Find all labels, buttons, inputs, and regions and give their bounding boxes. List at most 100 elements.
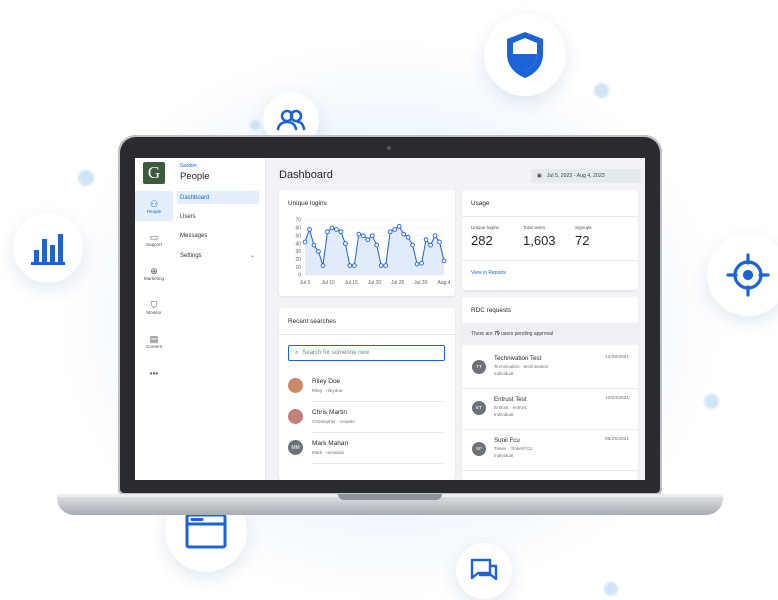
chat-icon-bubble <box>456 543 512 599</box>
request-sub: Tinker · TinkerFCU <box>494 446 533 451</box>
data-point <box>334 227 339 232</box>
unique-logins-chart: 70 6050 40 30 20 10 0Jul 5 Jul 10 Jul 15 Jul 20 Ju… <box>295 218 450 286</box>
rail-item-support[interactable]: ▭ Support <box>135 224 173 254</box>
list-item[interactable]: Chris Martin Christopher · cmartin <box>279 402 454 433</box>
window-icon: ▤ <box>149 333 159 344</box>
target-icon: ⊕ <box>150 265 158 276</box>
y-tick-label: 10 <box>295 265 301 271</box>
unique-logins-card: Unique logins 70 60 50 40 30 20 10 0 Jul 5 Jul 10… <box>279 190 455 296</box>
card-title: RDC requests <box>471 307 512 314</box>
person-sub: Christopher · cmartin <box>312 419 355 424</box>
data-point <box>351 263 357 268</box>
data-point <box>378 263 384 268</box>
nav-item-label: Messages <box>180 232 208 239</box>
data-point <box>307 227 312 232</box>
avatar: ET <box>472 401 486 415</box>
request-date: 12/03/2021 <box>604 396 629 401</box>
banner-text: There are <box>471 331 495 337</box>
banner-text: users pending approval <box>499 331 554 337</box>
people-icon <box>276 109 306 131</box>
rdc-requests-card: RDC requests There are 79 users pending … <box>462 297 638 480</box>
divider <box>279 334 455 335</box>
request-row[interactable]: ET Entrust Test Entrust · entrust Indivi… <box>462 389 638 430</box>
bar-chart-icon-bubble <box>13 213 83 283</box>
y-tick-label: 50 <box>295 233 301 239</box>
person-sub: Mark · mmahan <box>312 450 345 455</box>
data-point <box>410 242 415 248</box>
stat-value-total-users: 1,603 <box>523 233 556 248</box>
search-icon: ⌕ <box>295 349 299 356</box>
data-point <box>396 223 402 229</box>
y-tick-label: 20 <box>295 257 301 263</box>
main-content: Dashboard ▣ Jul 5, 2023 - Aug 4, 2023 Un… <box>266 158 645 480</box>
rail-item-marketing[interactable]: ⊕ Marketing <box>135 258 173 288</box>
view-reports-link[interactable]: View in Reports <box>471 270 506 276</box>
y-tick-label: 0 <box>298 273 301 279</box>
more-button[interactable]: ••• <box>135 358 173 388</box>
card-title: Unique logins <box>288 200 327 207</box>
x-tick-label: Jul 25 <box>391 280 405 286</box>
request-type: Individual <box>494 412 514 417</box>
data-point <box>441 258 447 264</box>
stat-label-signups: Signups <box>575 225 592 230</box>
stat-label-total-users: Total users <box>523 225 546 230</box>
y-tick-label: 70 <box>295 218 301 224</box>
date-range-label: Jul 5, 2023 - Aug 4, 2023 <box>546 173 605 179</box>
card-title: Recent searches <box>288 318 336 325</box>
x-tick-label: Jul 15 <box>345 280 359 286</box>
person-name: Chris Martin <box>312 409 348 416</box>
app-logo[interactable]: G <box>143 162 165 184</box>
rail-item-content[interactable]: ▤ Content <box>135 326 173 356</box>
divider <box>462 470 638 471</box>
x-tick-label: Jul 5 <box>300 280 311 286</box>
icon-rail: G ⚇ People ▭ Support ⊕ Marketing ⛉ Monit… <box>135 158 174 480</box>
nav-item-users[interactable]: Users <box>177 210 259 223</box>
request-date: 05/25/2021 <box>604 437 629 442</box>
pending-banner: There are 79 users pending approval <box>462 323 638 345</box>
divider <box>462 260 638 261</box>
request-date: 12/28/2021 <box>604 355 629 360</box>
data-point <box>356 231 362 237</box>
data-point <box>432 233 438 239</box>
avatar <box>288 409 303 424</box>
rail-item-monitor[interactable]: ⛉ Monitor <box>135 292 173 322</box>
data-point <box>347 263 353 268</box>
data-point <box>414 261 420 267</box>
list-item[interactable]: Riley Doe Riley · rileydoe <box>279 371 454 402</box>
x-tick-label: Jul 20 <box>368 280 382 286</box>
request-row[interactable]: SF Sunil Fcu Tinker · TinkerFCU Individu… <box>462 430 638 471</box>
search-input[interactable]: ⌕ Search for someone new <box>288 345 445 361</box>
camera <box>387 146 391 150</box>
usage-card: Usage Unique logins 282 Total users 1,60… <box>462 190 638 290</box>
data-point <box>405 234 411 240</box>
divider <box>312 463 445 464</box>
person-name: Mark Mahan <box>312 440 349 447</box>
avatar: SF <box>472 442 486 456</box>
rail-item-people[interactable]: ⚇ People <box>135 191 173 221</box>
list-item[interactable]: MM Mark Mahan Mark · mmahan <box>279 433 454 464</box>
x-tick-label: Jul 30 <box>414 280 428 286</box>
series-area <box>305 226 444 275</box>
decor-dot <box>594 83 609 98</box>
date-range-picker[interactable]: ▣ Jul 5, 2023 - Aug 4, 2023 <box>531 169 641 183</box>
request-type: Individual <box>494 371 514 376</box>
chevron-down-icon: ⌄ <box>249 253 255 259</box>
rail-label: Support <box>145 241 163 247</box>
nav-item-settings[interactable]: Settings ⌄ <box>177 249 259 262</box>
section-title: People <box>180 171 210 182</box>
nav-item-messages[interactable]: Messages <box>177 229 259 242</box>
data-point <box>316 249 321 254</box>
data-point <box>325 229 330 235</box>
nav-item-dashboard[interactable]: Dashboard <box>177 191 259 204</box>
data-point <box>419 260 424 266</box>
rail-label: Monitor <box>146 309 162 315</box>
recent-searches-card: Recent searches ⌕ Search for someone new… <box>279 308 455 480</box>
calendar-icon: ▣ <box>537 173 542 179</box>
request-name: Entrust Test <box>494 396 527 403</box>
request-sub: Entrust · entrust <box>494 405 527 410</box>
window-icon <box>185 513 227 549</box>
stat-label-unique-logins: Unique logins <box>471 225 499 230</box>
avatar <box>288 378 303 393</box>
rail-label: People <box>146 208 162 214</box>
request-row[interactable]: TT Technivation Test Technivation · tech… <box>462 348 638 389</box>
